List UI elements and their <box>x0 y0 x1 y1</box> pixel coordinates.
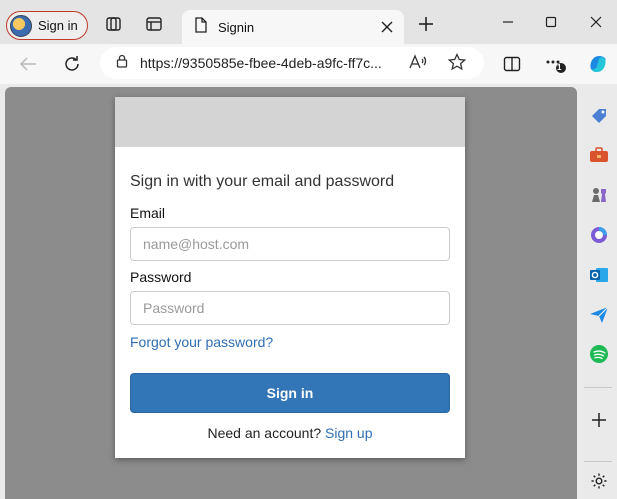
copilot-icon[interactable] <box>586 52 610 76</box>
split-screen-icon[interactable] <box>500 52 524 76</box>
favorite-star-icon[interactable] <box>447 52 470 73</box>
tab-signin[interactable]: Signin <box>182 10 404 44</box>
browser-navbar: https://9350585e-fbee-4deb-a9fc-ff7c... … <box>0 44 617 84</box>
signup-prompt: Need an account? <box>207 425 322 441</box>
lock-icon[interactable] <box>116 54 128 73</box>
microsoft365-icon[interactable] <box>588 224 610 246</box>
settings-icon[interactable] <box>588 470 610 492</box>
notification-badge: 1 <box>557 63 562 72</box>
new-tab-icon[interactable] <box>416 14 436 34</box>
sidebar-divider <box>584 387 612 388</box>
browser-sidebar <box>580 87 617 499</box>
more-icon[interactable]: 1 <box>544 52 568 76</box>
tag-icon[interactable] <box>588 105 610 127</box>
window-close-icon[interactable] <box>584 10 608 34</box>
profile-button[interactable]: Sign in <box>6 11 88 40</box>
profile-avatar-icon <box>10 14 32 37</box>
profile-label: Sign in <box>38 18 78 33</box>
spotify-icon[interactable] <box>588 343 610 365</box>
outlook-icon[interactable] <box>588 264 610 286</box>
address-bar[interactable]: https://9350585e-fbee-4deb-a9fc-ff7c... <box>100 47 484 79</box>
sign-in-button[interactable]: Sign in <box>130 373 450 413</box>
back-icon[interactable] <box>16 52 40 76</box>
page-viewport: Sign in with your email and password Ema… <box>5 87 577 499</box>
email-field[interactable] <box>130 227 450 261</box>
toolbox-icon[interactable] <box>588 144 610 166</box>
password-label: Password <box>130 269 192 285</box>
sign-up-link[interactable]: Sign up <box>325 425 372 441</box>
password-field[interactable] <box>130 291 450 325</box>
maximize-icon[interactable] <box>539 10 563 34</box>
card-banner <box>115 97 465 147</box>
signup-row: Need an account? Sign up <box>130 425 450 441</box>
refresh-icon[interactable] <box>60 52 84 76</box>
browser-titlebar: Sign in Signin <box>0 0 617 44</box>
url-text[interactable]: https://9350585e-fbee-4deb-a9fc-ff7c... <box>140 55 390 71</box>
workspaces-icon[interactable] <box>104 14 124 34</box>
email-label: Email <box>130 205 166 221</box>
close-icon[interactable] <box>376 16 398 38</box>
vertical-tabs-icon[interactable] <box>144 14 164 34</box>
page-icon <box>194 16 208 38</box>
sidebar-divider <box>584 461 612 462</box>
signin-heading: Sign in with your email and password <box>130 173 395 190</box>
signin-card: Sign in with your email and password Ema… <box>115 97 465 458</box>
read-aloud-icon[interactable] <box>408 53 430 73</box>
chess-icon[interactable] <box>588 184 610 206</box>
tab-title: Signin <box>218 19 255 35</box>
minimize-icon[interactable] <box>496 10 520 34</box>
send-icon[interactable] <box>588 304 610 326</box>
forgot-password-link[interactable]: Forgot your password? <box>130 334 273 350</box>
add-icon[interactable] <box>588 409 610 431</box>
